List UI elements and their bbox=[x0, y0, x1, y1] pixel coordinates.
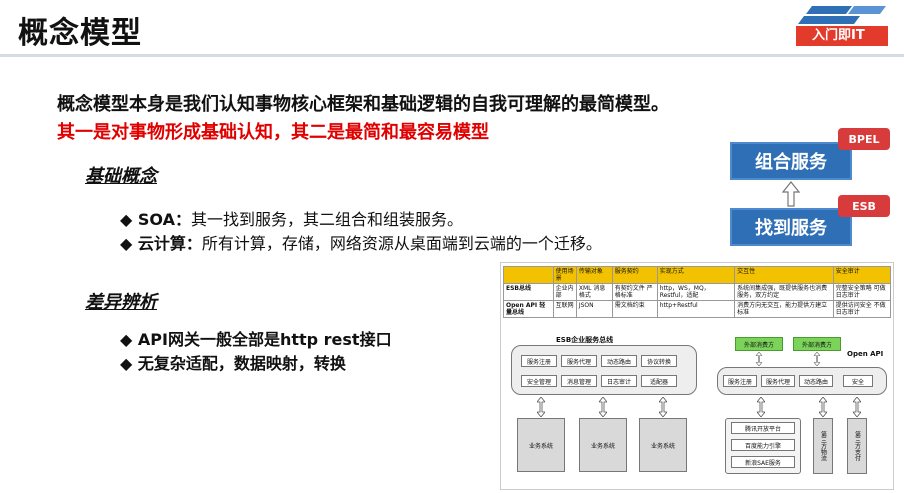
bullet-text: 所有计算，存储，网络资源从桌面端到云端的一个迁移。 bbox=[201, 234, 602, 253]
openapi-cell: 服务代理 bbox=[761, 375, 795, 387]
table-cell: 企业内部 bbox=[552, 283, 577, 301]
bullet-text: 其一找到服务，其二组合和组装服务。 bbox=[190, 210, 463, 229]
bullet-text: 无复杂适配，数据映射，转换 bbox=[137, 354, 346, 373]
openapi-cell: 安全 bbox=[843, 375, 873, 387]
esb-vs-openapi-diagram: 使用场景 传输对象 服务契约 实现方式 交互性 安全审计 ESB总线 企业内部 … bbox=[500, 262, 894, 490]
find-service-box: 找到服务 bbox=[730, 208, 852, 246]
table-cell: Open API 轻量总线 bbox=[503, 300, 554, 318]
table-cell: JSON bbox=[575, 300, 613, 318]
external-consumer-box: 外部消费方 bbox=[793, 337, 841, 351]
table-header-cell: 使用场景 bbox=[552, 266, 577, 284]
table-cell: 消费方向无交互，能力提供方建立标准 bbox=[734, 300, 834, 318]
double-arrow-icon bbox=[757, 397, 765, 417]
provider-box: 腾讯开放平台 bbox=[731, 422, 795, 434]
table-header-cell: 服务契约 bbox=[611, 266, 658, 284]
up-arrow-icon bbox=[782, 181, 800, 207]
business-system-box: 业务系统 bbox=[517, 418, 565, 472]
provider-box: 新浪SAE服务 bbox=[731, 456, 795, 468]
bullet-label: 云计算： bbox=[137, 234, 202, 253]
third-party-payment-box: 第三方支付 bbox=[847, 418, 867, 474]
table-header-cell: 传输对象 bbox=[575, 266, 613, 284]
esb-cell: 消息管理 bbox=[561, 375, 597, 387]
bullet-text: API网关一般全部是http rest接口 bbox=[137, 330, 392, 349]
diamond-bullet-icon: ◆ bbox=[120, 354, 133, 373]
business-system-box: 业务系统 bbox=[579, 418, 627, 472]
double-arrow-icon bbox=[819, 397, 827, 417]
intro-statement: 概念模型本身是我们认知事物核心框架和基础逻辑的自我可理解的最简模型。 bbox=[57, 94, 669, 115]
openapi-cell: 服务注册 bbox=[723, 375, 757, 387]
brand-logo-text: 入门即IT bbox=[812, 28, 865, 43]
openapi-cell: 动态路由 bbox=[799, 375, 833, 387]
table-header-row: 使用场景 传输对象 服务契约 实现方式 交互性 安全审计 bbox=[503, 266, 892, 284]
provider-box: 百度能力引擎 bbox=[731, 439, 795, 451]
bullet-soa: ◆ SOA：其一找到服务，其二组合和组装服务。 bbox=[120, 206, 463, 230]
table-cell: 需文档约束 bbox=[611, 300, 658, 318]
table-cell: http，WS，MQ，Restful，适配 bbox=[656, 283, 736, 301]
esb-cell: 服务代理 bbox=[561, 355, 597, 367]
esb-cell: 动态路由 bbox=[601, 355, 637, 367]
table-header-cell: 安全审计 bbox=[832, 266, 892, 284]
table-header-cell bbox=[503, 266, 554, 284]
esb-cell: 服务注册 bbox=[521, 355, 557, 367]
bpel-tag: BPEL bbox=[838, 128, 890, 150]
section-heading-basics: 基础概念 bbox=[85, 166, 157, 187]
bullet-label: SOA： bbox=[137, 210, 191, 229]
compose-service-box: 组合服务 bbox=[730, 142, 852, 180]
openapi-title: Open API bbox=[847, 350, 884, 358]
diamond-bullet-icon: ◆ bbox=[120, 234, 133, 253]
esb-cell: 日志审计 bbox=[601, 375, 637, 387]
slide-title: 概念模型 bbox=[18, 16, 142, 51]
double-arrow-icon bbox=[537, 397, 545, 417]
table-cell: 有契约文件 严格标准 bbox=[611, 283, 658, 301]
diamond-bullet-icon: ◆ bbox=[120, 210, 133, 229]
table-cell: XML 消息格式 bbox=[575, 283, 613, 301]
table-cell: 完整安全策略 可做日志审计 bbox=[832, 283, 892, 301]
esb-bus bbox=[511, 345, 697, 395]
table-cell: ESB总线 bbox=[503, 283, 554, 301]
esb-cell: 安全管理 bbox=[521, 375, 557, 387]
diamond-bullet-icon: ◆ bbox=[120, 330, 133, 349]
double-arrow-icon bbox=[853, 397, 861, 417]
bullet-no-adaptation: ◆ 无复杂适配，数据映射，转换 bbox=[120, 350, 346, 374]
esb-tag: ESB bbox=[838, 195, 890, 217]
esb-cell: 协议转换 bbox=[641, 355, 677, 367]
section-heading-differences: 差异辨析 bbox=[85, 292, 157, 313]
table-header-cell: 实现方式 bbox=[656, 266, 736, 284]
table-header-cell: 交互性 bbox=[734, 266, 834, 284]
table-cell: 互联网 bbox=[552, 300, 577, 318]
third-party-logistics-box: 第三方物流 bbox=[813, 418, 833, 474]
table-cell: http+Restful bbox=[656, 300, 736, 318]
esb-bus-title: ESB企业服务总线 bbox=[556, 336, 614, 344]
esb-cell: 适配器 bbox=[641, 375, 677, 387]
table-row: Open API 轻量总线 互联网 JSON 需文档约束 http+Restfu… bbox=[503, 300, 892, 318]
external-consumer-box: 外部消费方 bbox=[735, 337, 783, 351]
table-cell: 系统间集成强，既提供服务也消费服务，双方约定 bbox=[734, 283, 834, 301]
double-arrow-icon bbox=[599, 397, 607, 417]
table-cell: 提供访问安全 不做日志审计 bbox=[832, 300, 892, 318]
title-divider bbox=[0, 54, 904, 57]
intro-highlight: 其一是对事物形成基础认知，其二是最简和最容易模型 bbox=[57, 122, 489, 143]
double-arrow-icon bbox=[659, 397, 667, 417]
business-system-box: 业务系统 bbox=[639, 418, 687, 472]
table-row: ESB总线 企业内部 XML 消息格式 有契约文件 严格标准 http，WS，M… bbox=[503, 283, 892, 301]
comparison-table: 使用场景 传输对象 服务契约 实现方式 交互性 安全审计 ESB总线 企业内部 … bbox=[503, 266, 892, 318]
double-arrow-icon bbox=[755, 352, 763, 366]
double-arrow-icon bbox=[813, 352, 821, 366]
bullet-cloud: ◆ 云计算：所有计算，存储，网络资源从桌面端到云端的一个迁移。 bbox=[120, 230, 602, 254]
bullet-api-gateway: ◆ API网关一般全部是http rest接口 bbox=[120, 326, 392, 350]
